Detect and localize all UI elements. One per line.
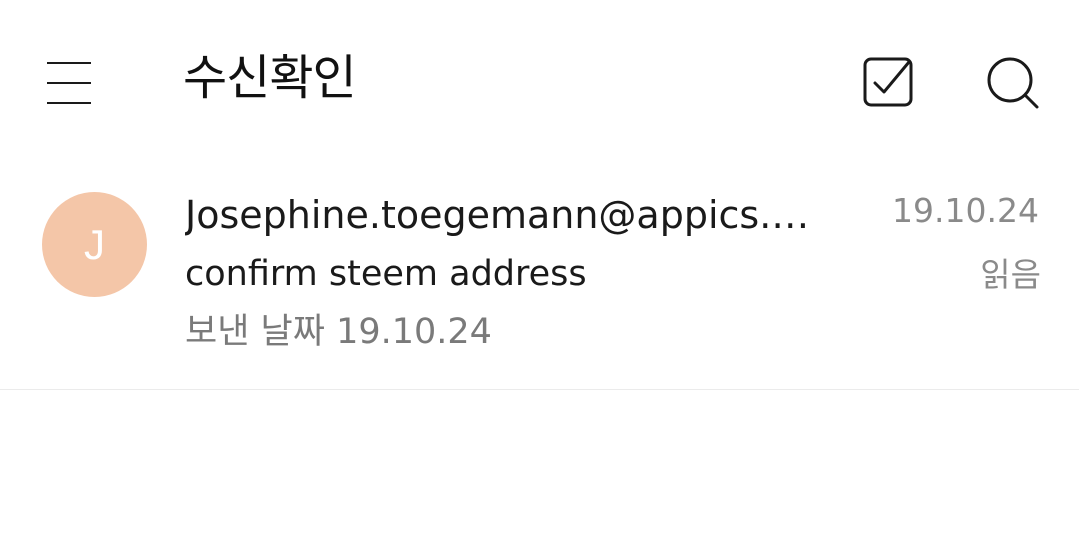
sent-date-label: 보낸 날짜 xyxy=(185,312,325,352)
app-screen: 수신확인 J Josephine.toegemann@appics.com co… xyxy=(0,0,1079,548)
mail-list-item[interactable]: J Josephine.toegemann@appics.com confirm… xyxy=(0,160,1079,390)
hamburger-menu-icon[interactable] xyxy=(36,52,102,114)
read-status-badge: 읽음 xyxy=(980,255,1041,294)
mail-date: 19.10.24 xyxy=(892,191,1039,230)
app-header: 수신확인 xyxy=(0,0,1079,160)
mail-list: J Josephine.toegemann@appics.com confirm… xyxy=(0,160,1079,390)
sender-address: Josephine.toegemann@appics.com xyxy=(185,193,825,237)
search-icon xyxy=(987,57,1039,109)
page-title: 수신확인 xyxy=(183,50,357,106)
avatar: J xyxy=(42,192,147,297)
sent-date-line: 보낸 날짜 19.10.24 xyxy=(185,308,492,356)
select-mode-button[interactable] xyxy=(856,50,920,114)
mail-subject: confirm steem address xyxy=(185,254,587,294)
sent-date-value: 19.10.24 xyxy=(336,312,492,352)
checkbox-check-icon xyxy=(863,57,913,107)
search-button[interactable] xyxy=(980,50,1044,114)
